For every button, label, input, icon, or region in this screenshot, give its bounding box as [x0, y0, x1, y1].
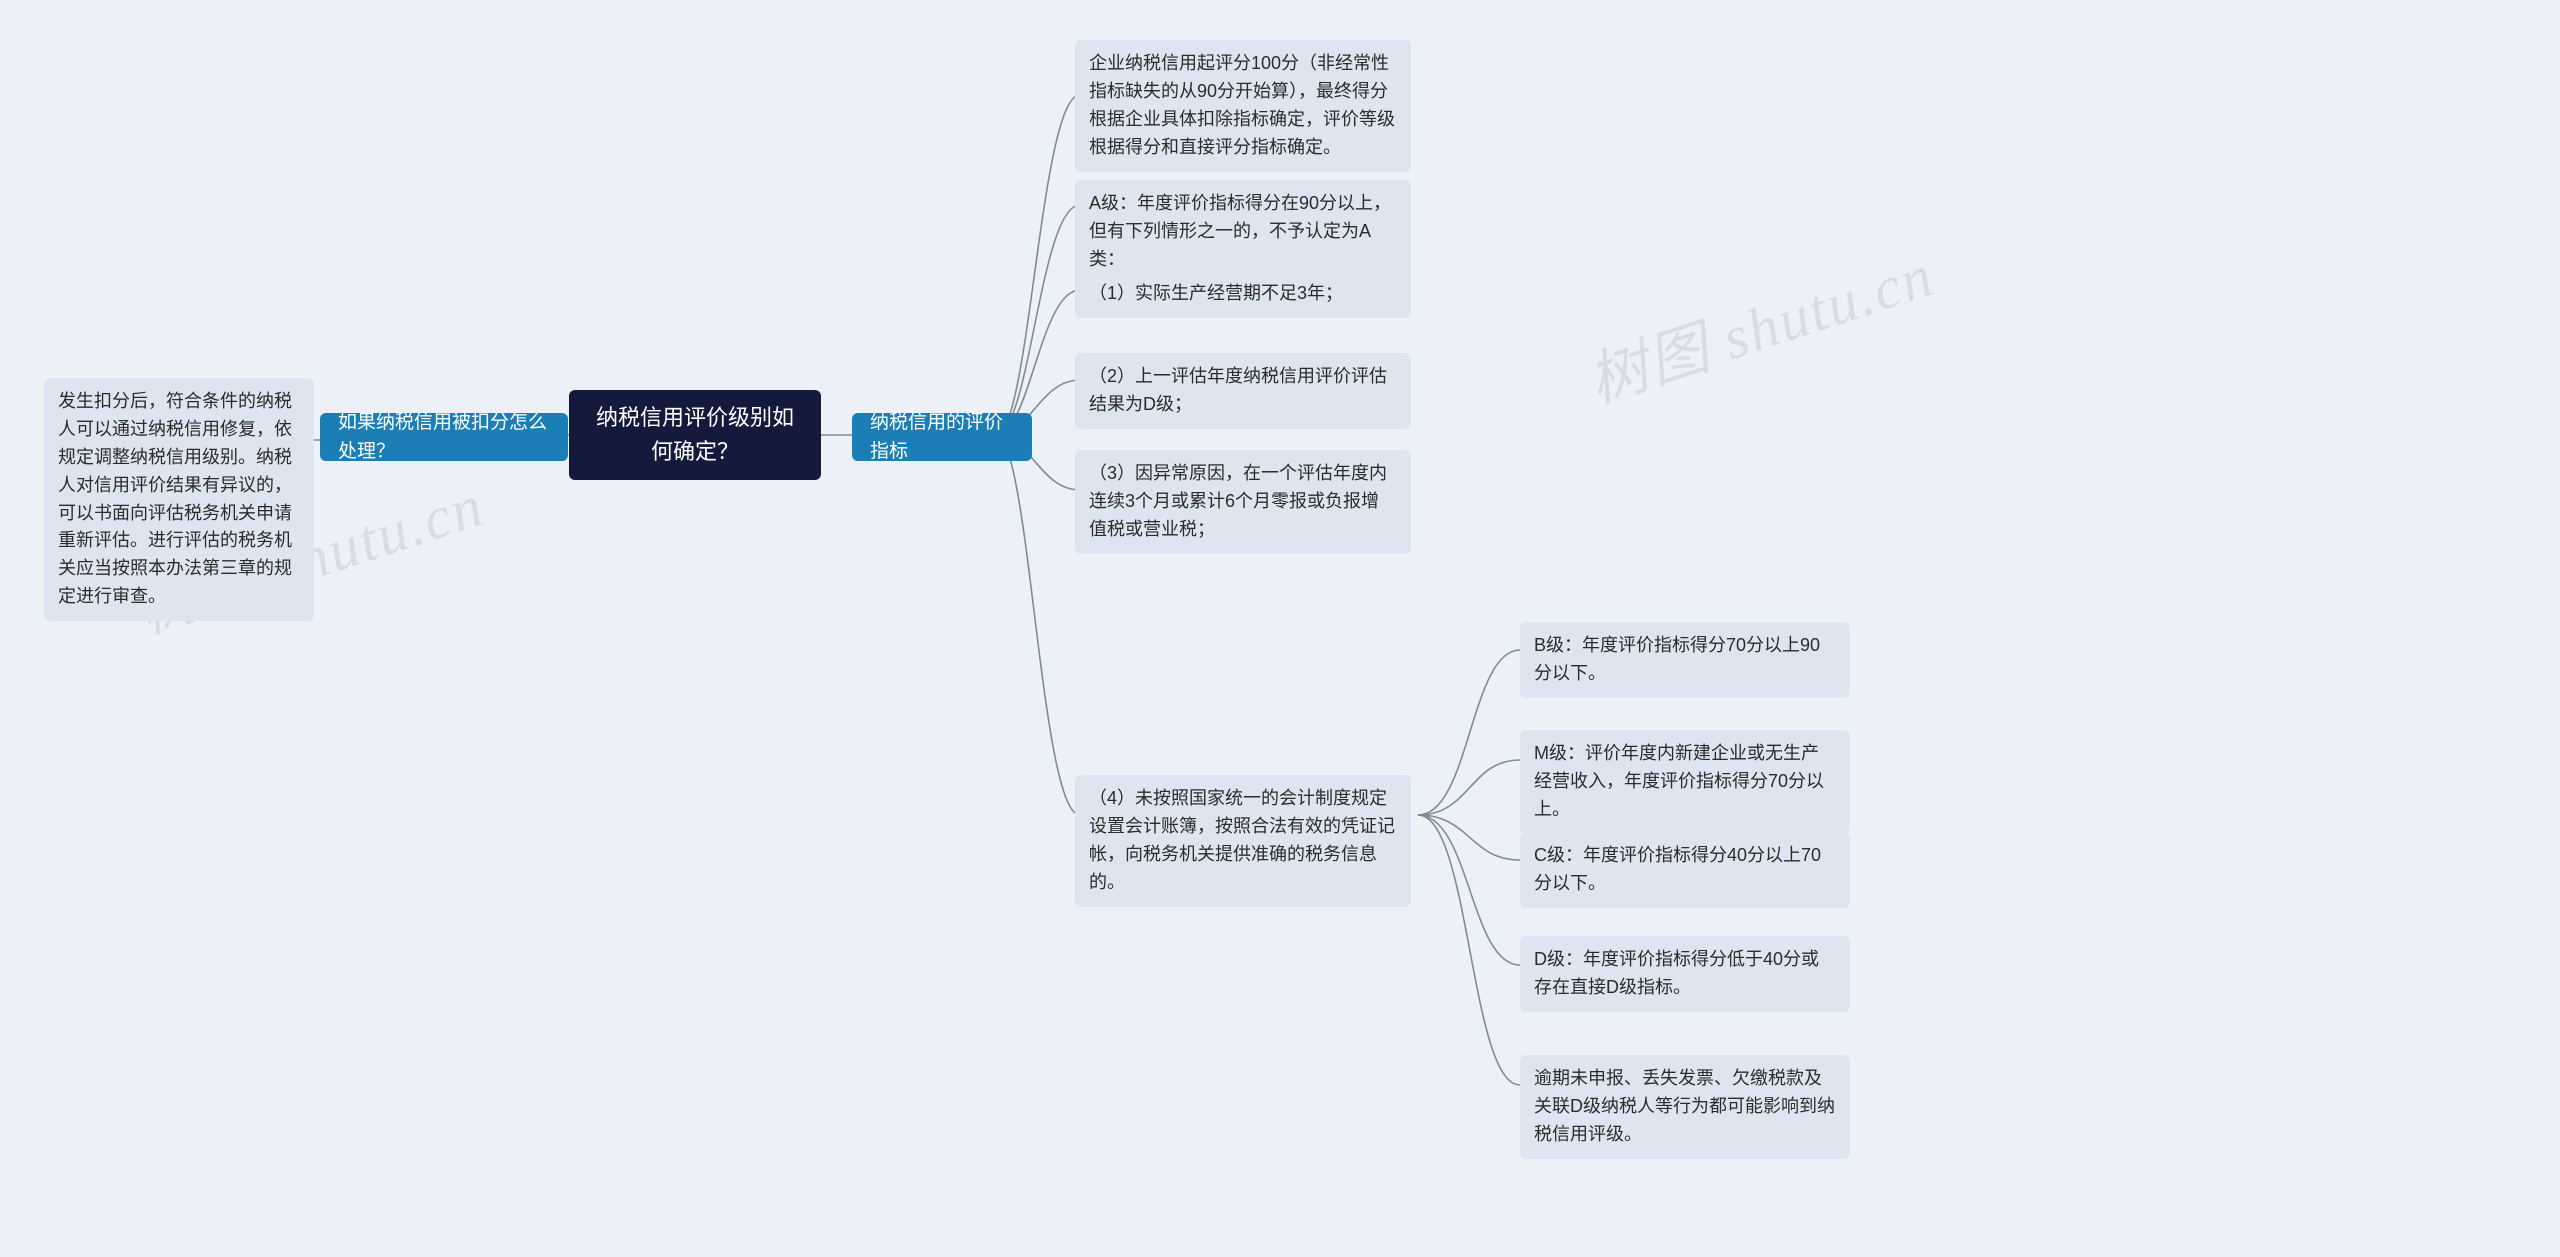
watermark: 树图 shutu.cn [1575, 227, 1943, 421]
right-child-5[interactable]: （3）因异常原因，在一个评估年度内连续3个月或累计6个月零报或负报增值税或营业税… [1075, 450, 1411, 554]
grandchild-5-text: 逾期未申报、丢失发票、欠缴税款及关联D级纳税人等行为都可能影响到纳税信用评级。 [1534, 1068, 1835, 1144]
root-node-text: 纳税信用评价级别如何确定？ [593, 401, 797, 469]
right-primary-label: 纳税信用的评价指标 [870, 408, 1014, 467]
right-child-5-text: （3）因异常原因，在一个评估年度内连续3个月或累计6个月零报或负报增值税或营业税… [1089, 463, 1387, 539]
left-primary-label: 如果纳税信用被扣分怎么处理？ [338, 408, 550, 467]
left-leaf-text: 发生扣分后，符合条件的纳税人可以通过纳税信用修复，依规定调整纳税信用级别。纳税人… [58, 391, 292, 606]
mindmap-canvas: { "root": { "text": "纳税信用评价级别如何确定？" }, "… [0, 0, 2560, 1257]
grandchild-4-text: D级：年度评价指标得分低于40分或存在直接D级指标。 [1534, 949, 1819, 997]
right-child-3-text: （1）实际生产经营期不足3年； [1089, 283, 1343, 303]
right-child-6-text: （4）未按照国家统一的会计制度规定设置会计账簿，按照合法有效的凭证记帐，向税务机… [1089, 788, 1395, 892]
grandchild-3[interactable]: C级：年度评价指标得分40分以上70分以下。 [1520, 832, 1850, 908]
grandchild-2-text: M级：评价年度内新建企业或无生产经营收入，年度评价指标得分70分以上。 [1534, 743, 1824, 819]
right-child-1[interactable]: 企业纳税信用起评分100分（非经常性指标缺失的从90分开始算），最终得分根据企业… [1075, 40, 1411, 172]
right-child-3[interactable]: （1）实际生产经营期不足3年； [1075, 270, 1411, 318]
right-primary-node[interactable]: 纳税信用的评价指标 [852, 413, 1032, 461]
grandchild-3-text: C级：年度评价指标得分40分以上70分以下。 [1534, 845, 1821, 893]
right-child-4-text: （2）上一评估年度纳税信用评价评估结果为D级； [1089, 366, 1387, 414]
right-child-4[interactable]: （2）上一评估年度纳税信用评价评估结果为D级； [1075, 353, 1411, 429]
grandchild-4[interactable]: D级：年度评价指标得分低于40分或存在直接D级指标。 [1520, 936, 1850, 1012]
right-child-6[interactable]: （4）未按照国家统一的会计制度规定设置会计账簿，按照合法有效的凭证记帐，向税务机… [1075, 775, 1411, 907]
right-child-1-text: 企业纳税信用起评分100分（非经常性指标缺失的从90分开始算），最终得分根据企业… [1089, 53, 1395, 157]
right-child-2-text: A级：年度评价指标得分在90分以上，但有下列情形之一的，不予认定为A类： [1089, 193, 1391, 269]
grandchild-5[interactable]: 逾期未申报、丢失发票、欠缴税款及关联D级纳税人等行为都可能影响到纳税信用评级。 [1520, 1055, 1850, 1159]
root-node[interactable]: 纳税信用评价级别如何确定？ [569, 390, 821, 480]
left-primary-node[interactable]: 如果纳税信用被扣分怎么处理？ [320, 413, 568, 461]
left-leaf-node[interactable]: 发生扣分后，符合条件的纳税人可以通过纳税信用修复，依规定调整纳税信用级别。纳税人… [44, 378, 314, 621]
grandchild-2[interactable]: M级：评价年度内新建企业或无生产经营收入，年度评价指标得分70分以上。 [1520, 730, 1850, 834]
grandchild-1-text: B级：年度评价指标得分70分以上90分以下。 [1534, 635, 1820, 683]
right-child-2[interactable]: A级：年度评价指标得分在90分以上，但有下列情形之一的，不予认定为A类： [1075, 180, 1411, 284]
grandchild-1[interactable]: B级：年度评价指标得分70分以上90分以下。 [1520, 622, 1850, 698]
